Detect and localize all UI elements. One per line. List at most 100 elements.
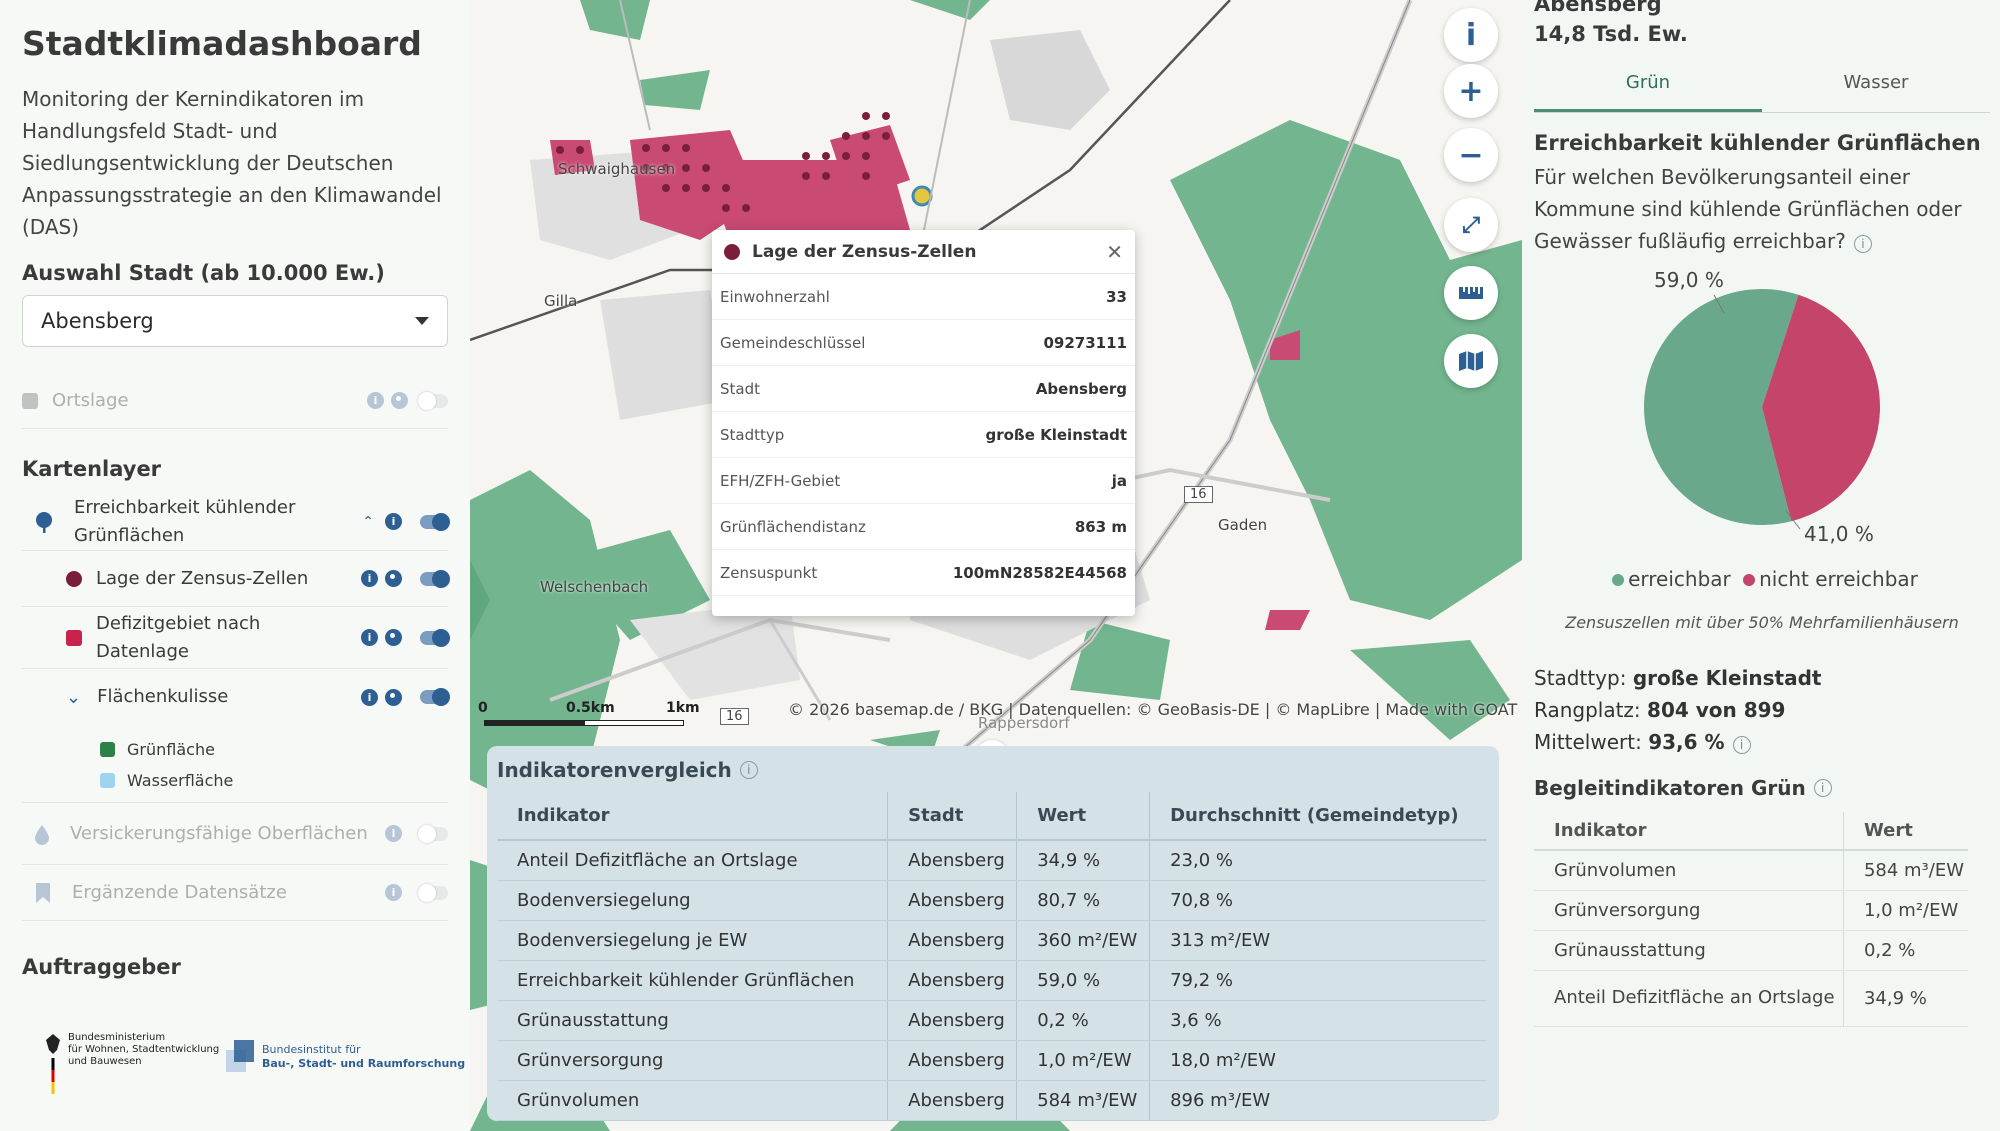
column-header[interactable]: Indikator xyxy=(497,792,888,841)
info-icon[interactable]: i xyxy=(361,570,378,587)
info-icon[interactable]: i xyxy=(385,825,402,842)
city-select-label: Auswahl Stadt (ab 10.000 Ew.) xyxy=(22,261,385,285)
chevron-up-icon[interactable]: ⌃ xyxy=(362,514,374,530)
layer-defizit[interactable]: Defizitgebiet nach Datenlage i xyxy=(22,607,450,669)
tab-wasser[interactable]: Wasser xyxy=(1762,72,1990,112)
pie-label: 41,0 % xyxy=(1804,522,1874,546)
column-header[interactable]: Wert xyxy=(1016,792,1150,841)
basemap-icon[interactable] xyxy=(1444,334,1498,388)
layer-versickerung[interactable]: Versickerungsfähige Oberflächen i xyxy=(22,803,448,865)
pie-label: 59,0 % xyxy=(1654,268,1724,292)
toggle-switch[interactable] xyxy=(418,883,448,902)
popup-key: Einwohnerzahl xyxy=(720,287,830,306)
info-icon[interactable]: i xyxy=(1813,779,1832,797)
map-attribution[interactable]: © 2026 basemap.de / BKG | Datenquellen: … xyxy=(788,700,1517,719)
stadttyp: Stadttyp: große Kleinstadt xyxy=(1534,666,1822,690)
popup-key: Zensuspunkt xyxy=(720,563,818,582)
table-cell: 1,0 m²/EW xyxy=(1842,890,1968,931)
zoom-in-icon[interactable]: + xyxy=(1444,64,1498,118)
toggle-switch[interactable] xyxy=(418,824,448,843)
layer-flaechenkulisse[interactable]: ⌄ Flächenkulisse i xyxy=(22,669,450,725)
table-cell: Abensberg xyxy=(887,1000,1017,1041)
legend-dot xyxy=(1743,574,1756,586)
tab-gruen[interactable]: Grün xyxy=(1534,72,1762,112)
toggle-switch[interactable] xyxy=(418,391,448,410)
indicator-table: Indikator Stadt Wert Durchschnitt (Gemeinde… xyxy=(497,792,1487,1121)
table-cell: Abensberg xyxy=(887,1080,1017,1121)
pie-legend: erreichbar nicht erreichbar xyxy=(1534,567,1990,591)
layer-label: Ortslage xyxy=(52,389,129,411)
rangplatz: Rangplatz: 804 von 899 xyxy=(1534,698,1786,722)
toggle-switch[interactable] xyxy=(420,512,450,531)
popup-key: Stadttyp xyxy=(720,425,785,444)
palette-icon[interactable] xyxy=(385,629,402,646)
layer-ortslage[interactable]: Ortslage i xyxy=(22,373,448,429)
table-cell: 70,8 % xyxy=(1149,880,1487,921)
square-icon xyxy=(100,773,115,788)
table-cell: Erreichbarkeit kühlender Grünflächen xyxy=(497,960,888,1001)
palette-icon[interactable] xyxy=(385,570,402,587)
table-cell: 0,2 % xyxy=(1016,1000,1150,1041)
close-icon[interactable]: ✕ xyxy=(1106,240,1123,264)
table-cell: Abensberg xyxy=(887,840,1017,881)
sidebar: Stadtklimadashboard Monitoring der Kerni… xyxy=(0,0,470,1131)
begleit-heading: Begleitindikatoren Grün i xyxy=(1534,776,1990,800)
table-cell: Grünversorgung xyxy=(497,1040,888,1081)
popup-key: Gemeindeschlüssel xyxy=(720,333,866,352)
info-icon[interactable]: i xyxy=(385,513,402,530)
info-icon[interactable]: i xyxy=(739,761,758,779)
popup-key: Grünflächendistanz xyxy=(720,517,866,536)
feature-popup: Lage der Zensus-Zellen ✕ Einwohnerzahl 33… xyxy=(712,230,1135,616)
details-panel: Abensberg 14,8 Tsd. Ew. Grün Wasser Erre… xyxy=(1522,0,2000,1131)
info-icon[interactable]: i xyxy=(367,392,384,409)
info-icon[interactable]: i xyxy=(361,688,378,706)
table-cell: 584 m³/EW xyxy=(1842,850,1968,891)
table-cell: 896 m³/EW xyxy=(1149,1080,1487,1121)
popup-value: 100mN28582E44568 xyxy=(952,563,1127,582)
table-cell: Grünausstattung xyxy=(1534,930,1844,971)
table-cell: 34,9 % xyxy=(1016,840,1150,881)
table-cell: Grünvolumen xyxy=(497,1080,888,1121)
layer-erreichbarkeit[interactable]: Erreichbarkeit kühlender Grünflächen ⌃ i xyxy=(22,493,450,551)
fullscreen-icon[interactable]: ⤢ xyxy=(1444,198,1498,252)
dot-icon xyxy=(66,570,82,587)
info-icon[interactable]: i xyxy=(1732,736,1751,754)
chevron-down-icon[interactable]: ⌄ xyxy=(66,687,81,708)
table-cell: 23,0 % xyxy=(1149,840,1487,881)
logo-bmwsb: Bundesministerium für Wohnen, Stadtentwi… xyxy=(42,1032,219,1098)
info-icon[interactable]: i xyxy=(385,884,402,901)
table-cell: Anteil Defizitfläche an Ortslage xyxy=(1534,970,1844,1027)
popup-value: 09273111 xyxy=(1043,333,1128,352)
layer-label: Versickerungsfähige Oberflächen xyxy=(70,822,368,844)
toggle-switch[interactable] xyxy=(420,688,450,706)
info-icon[interactable]: i xyxy=(1444,8,1498,62)
ruler-icon[interactable] xyxy=(1444,266,1498,320)
table-cell: 3,6 % xyxy=(1149,1000,1487,1041)
city-select[interactable]: Abensberg xyxy=(22,295,448,347)
begleit-table: Indikator Wert Grünvolumen 584 m³/EW Grünve… xyxy=(1534,812,1968,1027)
table-cell: 59,0 % xyxy=(1016,960,1150,1001)
column-header[interactable]: Durchschnitt (Gemeindetyp) xyxy=(1149,792,1487,841)
logo-bbsr: Bundesinstitut für Bau-, Stadt- und Raum… xyxy=(226,1040,465,1074)
column-header[interactable]: Stadt xyxy=(887,792,1017,841)
layer-label: Lage der Zensus-Zellen xyxy=(96,567,309,589)
toggle-switch[interactable] xyxy=(420,569,450,588)
popup-value: 863 m xyxy=(1074,517,1127,536)
table-cell: 80,7 % xyxy=(1016,880,1150,921)
info-icon[interactable]: i xyxy=(1853,235,1872,253)
toggle-switch[interactable] xyxy=(420,628,450,647)
table-cell: 34,9 % xyxy=(1842,970,1968,1027)
table-cell: 18,0 m²/EW xyxy=(1149,1040,1487,1081)
indicator-heading: Erreichbarkeit kühlender Grünflächen xyxy=(1534,131,1981,155)
layer-zensus[interactable]: Lage der Zensus-Zellen i xyxy=(22,551,450,607)
table-cell: 79,2 % xyxy=(1149,960,1487,1001)
table-cell: 584 m³/EW xyxy=(1016,1080,1150,1121)
palette-icon[interactable] xyxy=(391,392,408,409)
info-icon[interactable]: i xyxy=(361,629,378,646)
zoom-out-icon[interactable]: − xyxy=(1444,128,1498,182)
place-label: Gaden xyxy=(1218,516,1268,534)
layer-ergaenzend[interactable]: Ergänzende Datensätze i xyxy=(22,865,448,921)
popup-value: 33 xyxy=(1106,287,1127,306)
palette-icon[interactable] xyxy=(385,688,402,706)
table-row: Erreichbarkeit kühlender Grünflächen Aben… xyxy=(497,960,1487,1001)
